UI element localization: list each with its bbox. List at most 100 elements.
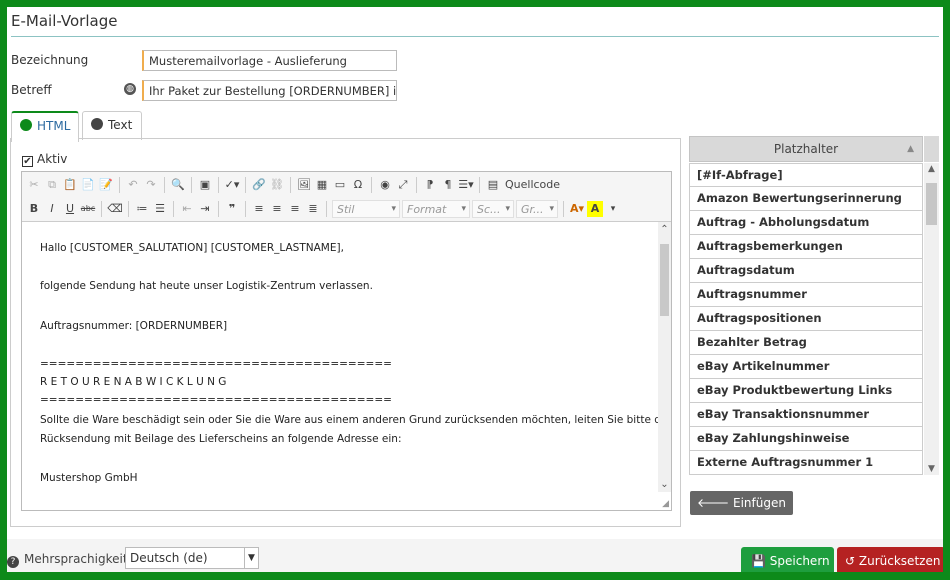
aktiv-label: Aktiv	[37, 152, 68, 166]
editor-line: Rücksendung mit Beilage des Lieferschein…	[40, 433, 402, 445]
placeholder-header[interactable]: Platzhalter ▲	[689, 136, 923, 162]
scroll-thumb[interactable]	[660, 244, 669, 316]
bullet-list-icon[interactable]: ☰	[152, 201, 168, 217]
list-item[interactable]: Auftragspositionen	[689, 307, 923, 331]
blockquote-icon[interactable]: ❞	[224, 201, 240, 217]
text-color-icon[interactable]: A▾	[569, 201, 585, 217]
globe-icon[interactable]: ◍	[124, 83, 136, 95]
scroll-thumb[interactable]	[926, 183, 937, 225]
list-item[interactable]: eBay Zahlungshinweise	[689, 427, 923, 451]
checkbox-icon[interactable]: ✔	[22, 156, 33, 167]
editor-line: ========================================	[40, 358, 392, 370]
globe-icon	[20, 119, 32, 131]
source-icon[interactable]: ▤	[485, 177, 501, 193]
betreff-input[interactable]: Ihr Paket zur Bestellung [ORDERNUMBER] i…	[142, 80, 397, 101]
editor-line: R E T O U R E N A B W I C K L U N G	[40, 376, 227, 388]
source-button[interactable]: Quellcode	[503, 177, 562, 193]
list-item[interactable]: Externe Auftragsnummer 1	[689, 451, 923, 475]
title-divider	[11, 36, 939, 37]
list-item[interactable]: eBay Produktbewertung Links	[689, 379, 923, 403]
list-item[interactable]: Auftrag - Abholungsdatum	[689, 211, 923, 235]
tab-text[interactable]: Text	[82, 111, 142, 140]
select-all-icon[interactable]: ▣	[197, 177, 213, 193]
underline-icon[interactable]: U	[62, 201, 78, 217]
insert-button[interactable]: 🡐 Einfügen	[690, 491, 793, 515]
language-select[interactable]: Deutsch (de) ▼	[125, 547, 259, 569]
size-select[interactable]: Sc...	[472, 200, 514, 218]
redo-icon[interactable]: ↷	[143, 177, 159, 193]
align-right-icon[interactable]: ≡	[287, 201, 303, 217]
insert-label: Einfügen	[733, 496, 786, 510]
undo-icon[interactable]: ↶	[125, 177, 141, 193]
style-select[interactable]: Stil	[332, 200, 400, 218]
remove-format-icon[interactable]: ⌫	[107, 201, 123, 217]
spellcheck-icon[interactable]: ✓▾	[224, 177, 240, 193]
multilang-text: Mehrsprachigkeit	[24, 552, 128, 566]
iframe-icon[interactable]: ◉	[377, 177, 393, 193]
paste-icon[interactable]: 📋	[62, 177, 78, 193]
find-icon[interactable]: 🔍	[170, 177, 186, 193]
scroll-up-icon[interactable]: ▲	[924, 164, 939, 174]
save-icon: 💾	[751, 554, 766, 568]
paste-word-icon[interactable]: 📝	[98, 177, 114, 193]
scroll-up-icon[interactable]: ⌃	[658, 224, 671, 235]
outdent-icon[interactable]: ⇤	[179, 201, 195, 217]
arrow-left-icon: 🡐	[697, 496, 730, 510]
chevron-down-icon[interactable]: ▾	[605, 201, 621, 217]
reset-button[interactable]: ↺ Zurücksetzen	[837, 547, 943, 572]
scroll-down-icon[interactable]: ⌄	[658, 479, 671, 490]
image-icon[interactable]: 🖼	[296, 177, 312, 193]
bold-icon[interactable]: B	[26, 201, 42, 217]
scroll-down-icon[interactable]: ▼	[924, 464, 939, 474]
cut-icon[interactable]: ✂	[26, 177, 42, 193]
list-item[interactable]: Bezahlter Betrag	[689, 331, 923, 355]
help-icon[interactable]: ?	[7, 556, 19, 568]
editor-line: ========================================	[40, 394, 392, 406]
list-item[interactable]: eBay Transaktionsnummer	[689, 403, 923, 427]
aktiv-checkbox[interactable]: ✔ Aktiv	[22, 152, 67, 167]
list-item[interactable]: Auftragsnummer	[689, 283, 923, 307]
format-select[interactable]: Format	[402, 200, 470, 218]
ltr-icon[interactable]: ⁋	[422, 177, 438, 193]
strike-icon[interactable]: abc	[80, 201, 96, 217]
editor-line: Hallo [CUSTOMER_SALUTATION] [CUSTOMER_LA…	[40, 242, 344, 254]
special-char-icon[interactable]: Ω	[350, 177, 366, 193]
save-button[interactable]: 💾 Speichern	[741, 547, 834, 572]
align-justify-icon[interactable]: ≣	[305, 201, 321, 217]
bezeichnung-label: Bezeichnung	[11, 53, 89, 67]
multilang-label: ? Mehrsprachigkeit	[7, 552, 128, 568]
rich-text-editor: ✂ ⧉ 📋 📄 📝 ↶ ↷ 🔍 ▣ ✓▾ 🔗 ⛓ 🖼 ▦ ▭ Ω ◉ ⤢ ⁋ ¶…	[21, 171, 672, 511]
align-center-icon[interactable]: ≡	[269, 201, 285, 217]
horizontal-rule-icon[interactable]: ▭	[332, 177, 348, 193]
placeholder-panel: Platzhalter ▲ [#If-Abfrage] Amazon Bewer…	[689, 136, 939, 476]
tab-html[interactable]: HTML	[11, 111, 79, 142]
align-left-icon[interactable]: ≡	[251, 201, 267, 217]
tab-html-label: HTML	[37, 119, 71, 133]
editor-scrollbar[interactable]: ⌃ ⌄	[658, 222, 671, 492]
numbered-list-icon[interactable]: ≔	[134, 201, 150, 217]
editor-content[interactable]: Hallo [CUSTOMER_SALUTATION] [CUSTOMER_LA…	[22, 222, 658, 492]
unlink-icon[interactable]: ⛓	[269, 177, 285, 193]
paste-text-icon[interactable]: 📄	[80, 177, 96, 193]
globe-icon	[91, 118, 103, 130]
bezeichnung-input[interactable]: Musteremailvorlage - Auslieferung	[142, 50, 397, 71]
list-item[interactable]: Auftragsbemerkungen	[689, 235, 923, 259]
language-icon[interactable]: ☰▾	[458, 177, 474, 193]
font-select[interactable]: Gr...	[516, 200, 558, 218]
link-icon[interactable]: 🔗	[251, 177, 267, 193]
table-icon[interactable]: ▦	[314, 177, 330, 193]
tab-text-label: Text	[108, 118, 133, 132]
placeholder-scrollbar[interactable]: ▲ ▼	[924, 163, 939, 475]
resize-handle-icon[interactable]: ◢	[662, 499, 669, 509]
copy-icon[interactable]: ⧉	[44, 177, 60, 193]
indent-icon[interactable]: ⇥	[197, 201, 213, 217]
language-value: Deutsch (de)	[130, 551, 208, 565]
list-item[interactable]: [#If-Abfrage]	[689, 163, 923, 187]
italic-icon[interactable]: I	[44, 201, 60, 217]
background-color-icon[interactable]: A	[587, 201, 603, 217]
list-item[interactable]: Auftragsdatum	[689, 259, 923, 283]
maximize-icon[interactable]: ⤢	[395, 177, 411, 193]
list-item[interactable]: eBay Artikelnummer	[689, 355, 923, 379]
rtl-icon[interactable]: ¶	[440, 177, 456, 193]
list-item[interactable]: Amazon Bewertungserinnerung	[689, 187, 923, 211]
